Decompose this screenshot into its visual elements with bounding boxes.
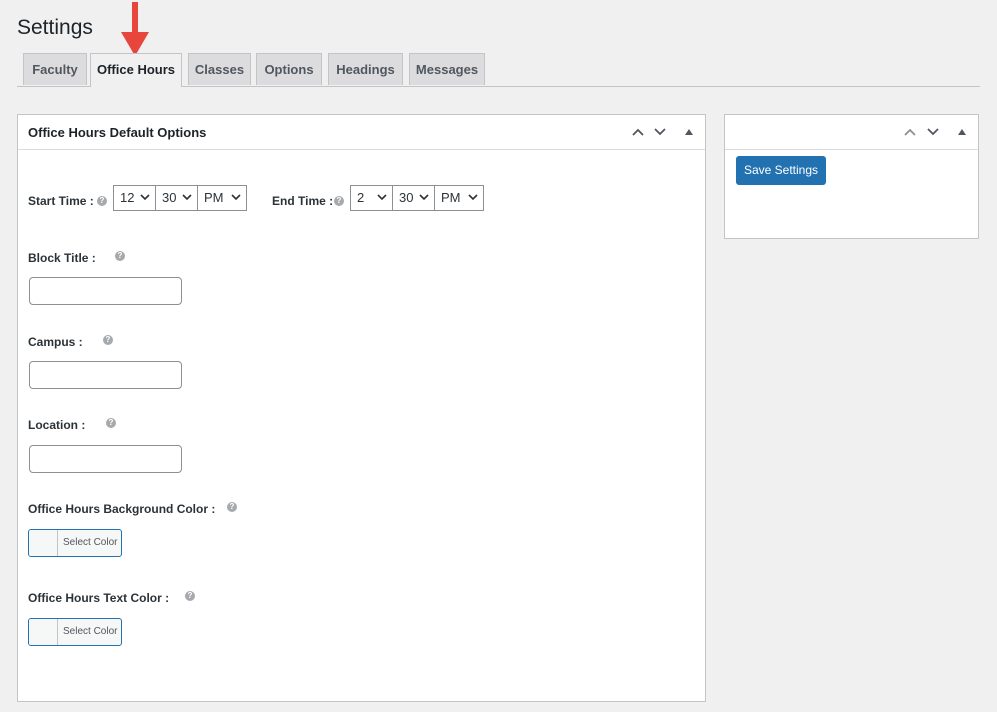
chevron-down-icon — [377, 194, 387, 201]
start-period-value: PM — [204, 190, 224, 205]
help-icon: ? — [103, 335, 113, 345]
end-period-value: PM — [441, 190, 461, 205]
box-header — [725, 115, 978, 150]
chevron-down-icon — [419, 194, 429, 201]
bg-color-label: Office Hours Background Color : — [28, 502, 216, 516]
end-period-select[interactable]: PM — [434, 185, 484, 211]
help-icon: ? — [115, 251, 125, 261]
start-hour-select[interactable]: 12 — [113, 185, 156, 211]
help-icon: ? — [185, 591, 195, 601]
bg-color-picker-button[interactable]: Select Color — [28, 529, 122, 557]
collapse-toggle-icon[interactable] — [680, 123, 698, 141]
chevron-down-icon — [231, 194, 241, 201]
end-minute-select[interactable]: 30 — [392, 185, 435, 211]
block-title-label: Block Title : — [28, 251, 96, 265]
campus-label: Campus : — [28, 335, 83, 349]
start-hour-value: 12 — [120, 190, 135, 205]
help-icon: ? — [97, 196, 107, 206]
chevron-down-icon — [182, 194, 192, 201]
move-down-icon[interactable] — [924, 123, 942, 141]
save-settings-box: Save Settings — [724, 114, 979, 239]
start-minute-select[interactable]: 30 — [155, 185, 198, 211]
tab-options[interactable]: Options — [256, 53, 322, 85]
office-hours-options-box: Office Hours Default Options Start Time … — [17, 114, 706, 702]
chevron-down-icon — [468, 194, 478, 201]
save-settings-button[interactable]: Save Settings — [736, 156, 826, 185]
start-period-select[interactable]: PM — [197, 185, 247, 211]
tab-office-hours[interactable]: Office Hours — [90, 53, 182, 87]
help-icon: ? — [227, 502, 237, 512]
color-swatch — [29, 530, 58, 556]
text-color-picker-button[interactable]: Select Color — [28, 618, 122, 646]
settings-tabs: Faculty Office Hours Classes Options Hea… — [17, 53, 980, 87]
tab-faculty[interactable]: Faculty — [23, 53, 87, 85]
select-color-label: Select Color — [63, 626, 118, 637]
help-icon: ? — [334, 196, 344, 206]
tab-messages[interactable]: Messages — [409, 53, 485, 85]
start-time-label: Start Time : — [28, 194, 94, 208]
annotation-arrow-icon — [121, 2, 149, 56]
select-color-label: Select Color — [63, 537, 118, 548]
page-title: Settings — [17, 16, 93, 39]
end-time-label: End Time : — [272, 194, 334, 208]
end-hour-select[interactable]: 2 — [350, 185, 393, 211]
text-color-label: Office Hours Text Color : — [28, 591, 170, 605]
end-minute-value: 30 — [399, 190, 414, 205]
tab-classes[interactable]: Classes — [188, 53, 251, 85]
color-swatch — [29, 619, 58, 645]
move-up-icon[interactable] — [901, 123, 919, 141]
location-input[interactable] — [29, 445, 182, 473]
box-title: Office Hours Default Options — [28, 125, 207, 140]
tab-headings[interactable]: Headings — [328, 53, 403, 85]
chevron-down-icon — [140, 194, 150, 201]
start-minute-value: 30 — [162, 190, 177, 205]
collapse-toggle-icon[interactable] — [953, 123, 971, 141]
end-hour-value: 2 — [357, 190, 365, 205]
help-icon: ? — [106, 418, 116, 428]
block-title-input[interactable] — [29, 277, 182, 305]
location-label: Location : — [28, 418, 86, 432]
campus-input[interactable] — [29, 361, 182, 389]
box-header: Office Hours Default Options — [18, 115, 705, 150]
move-down-icon[interactable] — [651, 123, 669, 141]
move-up-icon[interactable] — [629, 123, 647, 141]
